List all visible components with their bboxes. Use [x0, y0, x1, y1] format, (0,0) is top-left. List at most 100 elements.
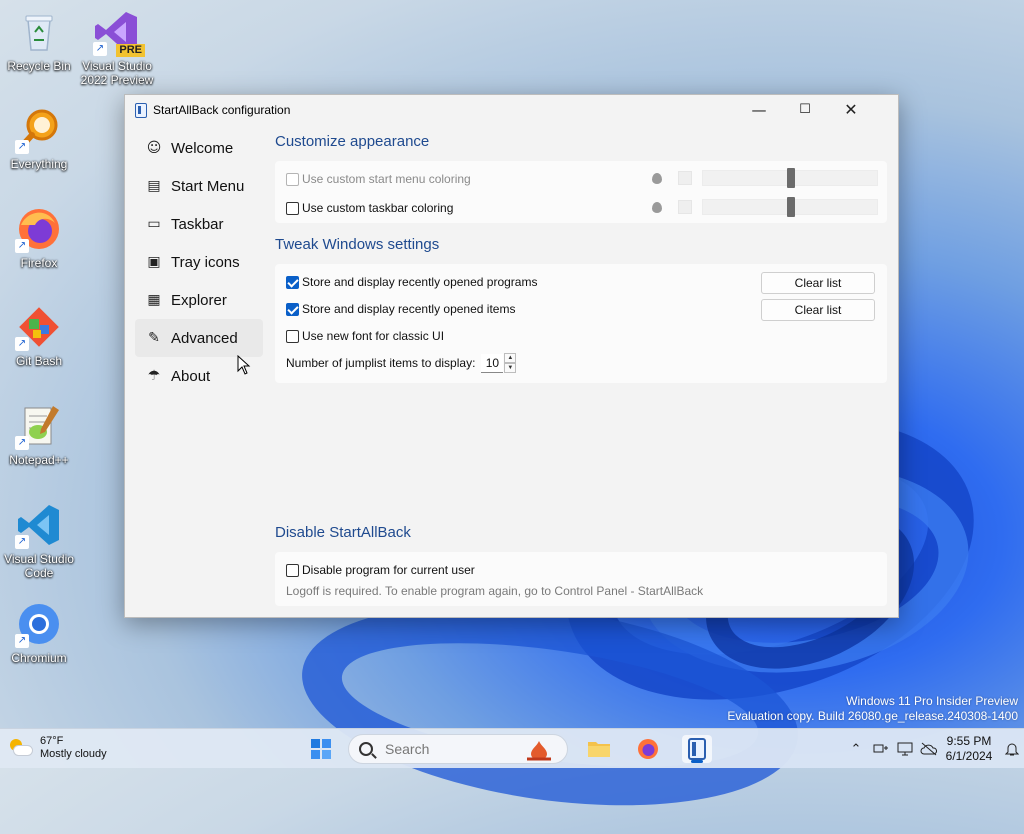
umbrella-icon: ☂	[147, 368, 161, 384]
desktop-icon-visual-studio[interactable]: PRE ↗ Visual Studio 2022 Preview	[79, 8, 155, 87]
start-menu-coloring-option[interactable]: Use custom start menu coloring	[286, 172, 471, 186]
tray-icon: ▣	[147, 254, 161, 270]
taskbar-coloring-checkbox[interactable]	[286, 201, 299, 215]
sidebar-item-explorer[interactable]: ▦ Explorer	[135, 281, 263, 319]
new-font-label: Use new font for classic UI	[302, 329, 445, 343]
taskbar-clock[interactable]: 9:55 PM 6/1/2024	[936, 734, 1002, 764]
disable-panel: Disable program for current user Logoff …	[275, 552, 887, 606]
desktop-icon-chromium[interactable]: ↗ Chromium	[1, 600, 77, 665]
shortcut-arrow-icon: ↗	[93, 42, 107, 56]
folder-icon: ▦	[147, 292, 161, 308]
sidebar-item-welcome[interactable]: ☺ Welcome	[135, 129, 263, 167]
clock-time: 9:55 PM	[946, 734, 992, 748]
start-menu-coloring-checkbox[interactable]	[286, 172, 299, 186]
recent-items-checkbox[interactable]	[286, 302, 299, 316]
taskbar-firefox[interactable]	[633, 735, 663, 763]
smile-icon: ☺	[146, 140, 162, 156]
section-title-tweaks: Tweak Windows settings	[275, 236, 440, 253]
new-font-checkbox[interactable]	[286, 329, 299, 343]
notepad-plus-icon: ↗	[15, 402, 63, 450]
notification-bell-icon[interactable]	[1004, 735, 1020, 763]
shortcut-arrow-icon: ↗	[15, 239, 29, 253]
desktop-icon-label: Notepad++	[9, 453, 69, 467]
desktop-icon-git-bash[interactable]: ↗ Git Bash	[1, 303, 77, 368]
tweaks-panel: Store and display recently opened progra…	[275, 264, 887, 383]
firefox-icon	[638, 739, 658, 759]
close-button[interactable]: ✕	[828, 95, 874, 125]
git-icon: ↗	[15, 303, 63, 351]
section-title-disable: Disable StartAllBack	[275, 524, 411, 541]
title-bar[interactable]: StartAllBack configuration — ☐ ✕	[125, 95, 898, 125]
taskbar-search-box[interactable]: Search	[348, 734, 568, 764]
start-menu-opacity-slider[interactable]	[702, 168, 878, 188]
desktop-icon-firefox[interactable]: ↗ Firefox	[1, 205, 77, 270]
taskbar-color-swatch[interactable]	[678, 200, 692, 214]
clear-programs-button[interactable]: Clear list	[761, 272, 875, 294]
jumplist-count-label: Number of jumplist items to display:	[286, 356, 476, 370]
evaluation-watermark: Windows 11 Pro Insider Preview Evaluatio…	[727, 694, 1018, 724]
show-hidden-icons-chevron[interactable]: ⌃	[848, 735, 864, 763]
weather-widget[interactable]: 67°F Mostly cloudy	[8, 735, 107, 761]
desktop-icon-label: Firefox	[20, 256, 58, 270]
shortcut-arrow-icon: ↗	[15, 337, 29, 351]
display-icon[interactable]	[896, 735, 914, 763]
jumplist-count-value[interactable]: 10	[481, 353, 504, 373]
watermark-line: Evaluation copy. Build 26080.ge_release.…	[727, 709, 1018, 723]
start-button[interactable]	[306, 735, 336, 763]
weather-temp: 67°F	[40, 735, 64, 747]
start-menu-icon: ▤	[147, 178, 161, 194]
taskbar: 67°F Mostly cloudy Search ⌃ 9:55 PM 6/1/…	[0, 728, 1024, 768]
disable-note: Logoff is required. To enable program ag…	[286, 584, 704, 598]
start-menu-coloring-label: Use custom start menu coloring	[302, 172, 471, 186]
sidebar-item-label: Start Menu	[171, 177, 245, 195]
desktop-icon-everything[interactable]: ↗ Everything	[1, 106, 77, 171]
folder-icon	[588, 742, 610, 757]
search-placeholder: Search	[385, 741, 430, 757]
disable-program-option[interactable]: Disable program for current user	[286, 563, 475, 577]
recent-programs-option[interactable]: Store and display recently opened progra…	[286, 275, 537, 289]
stepper-down-button[interactable]: ▼	[504, 363, 517, 373]
watermark-line: Windows 11 Pro Insider Preview	[846, 694, 1018, 708]
sidebar-item-taskbar[interactable]: ▭ Taskbar	[135, 205, 263, 243]
firefox-icon: ↗	[15, 205, 63, 253]
clock-date: 6/1/2024	[945, 749, 993, 763]
start-menu-color-swatch[interactable]	[678, 171, 692, 185]
sidebar-item-advanced[interactable]: ✎ Advanced	[135, 319, 263, 357]
desktop-icon-label: Visual Studio 2022 Preview	[80, 59, 154, 87]
slider-thumb[interactable]	[787, 168, 795, 188]
desktop-icon-label: Git Bash	[15, 354, 63, 368]
recent-items-label: Store and display recently opened items	[302, 302, 516, 316]
recent-items-option[interactable]: Store and display recently opened items	[286, 302, 515, 316]
sidebar-item-tray-icons[interactable]: ▣ Tray icons	[135, 243, 263, 281]
recycle-bin-icon	[15, 8, 63, 56]
desktop-icon-notepad-plus[interactable]: ↗ Notepad++	[1, 402, 77, 467]
sidebar-item-label: Welcome	[171, 139, 234, 157]
minimize-button[interactable]: —	[736, 95, 782, 125]
desktop-icon-label: Recycle Bin	[7, 59, 71, 73]
sidebar-item-label: Tray icons	[171, 253, 240, 271]
stepper-up-button[interactable]: ▲	[504, 353, 517, 363]
sidebar-item-start-menu[interactable]: ▤ Start Menu	[135, 167, 263, 205]
taskbar-opacity-slider[interactable]	[702, 197, 878, 217]
desktop-icon-vscode[interactable]: ↗ Visual Studio Code	[1, 501, 77, 580]
disable-program-checkbox[interactable]	[286, 563, 299, 577]
jumplist-count-stepper[interactable]: 10 ▲ ▼	[481, 353, 517, 373]
maximize-button[interactable]: ☐	[782, 95, 828, 125]
sidebar-item-label: Advanced	[171, 329, 238, 347]
windows-logo-icon	[311, 739, 331, 759]
taskbar-startallback-config[interactable]	[682, 735, 712, 763]
desktop-icon-recycle-bin[interactable]: Recycle Bin	[1, 8, 77, 73]
clear-items-button[interactable]: Clear list	[761, 299, 875, 321]
taskbar-coloring-option[interactable]: Use custom taskbar coloring	[286, 201, 453, 215]
new-font-option[interactable]: Use new font for classic UI	[286, 329, 444, 343]
slider-thumb[interactable]	[787, 197, 795, 217]
recent-programs-checkbox[interactable]	[286, 275, 299, 289]
taskbar-file-explorer[interactable]	[584, 735, 614, 763]
shortcut-arrow-icon: ↗	[15, 140, 29, 154]
chromium-icon: ↗	[15, 600, 63, 648]
disable-program-label: Disable program for current user	[302, 563, 475, 577]
weather-condition: Mostly cloudy	[40, 748, 107, 760]
color-drop-icon[interactable]	[652, 173, 662, 184]
network-icon[interactable]	[872, 735, 890, 763]
color-drop-icon[interactable]	[652, 202, 662, 213]
